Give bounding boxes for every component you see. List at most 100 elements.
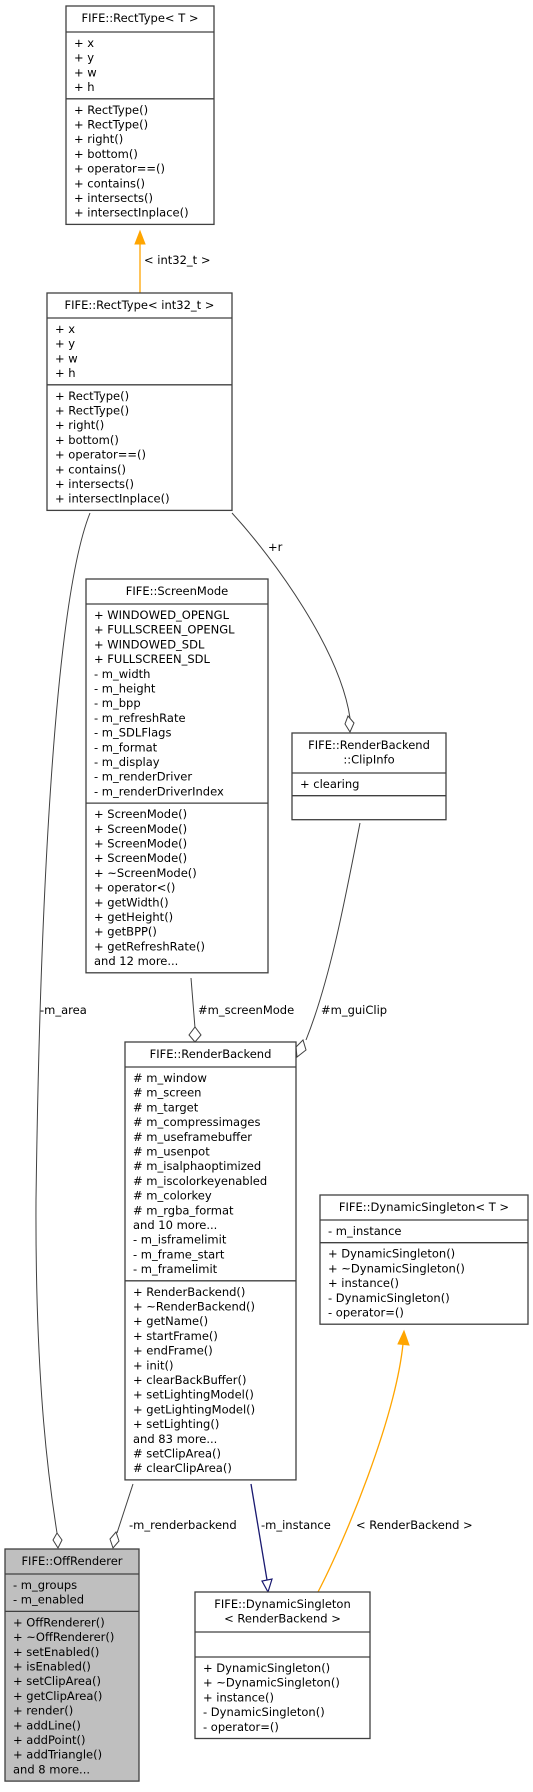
edge-m-area bbox=[35, 512, 91, 1534]
edge-m-screenmode-diamond bbox=[188, 1026, 202, 1043]
class-attribute: - m_format bbox=[94, 740, 158, 754]
edge-label-m-renderbackend: -m_renderbackend bbox=[129, 1518, 237, 1532]
class-method: + ScreenMode() bbox=[94, 837, 187, 851]
edge-label-m-guiclip: #m_guiClip bbox=[321, 1003, 387, 1017]
class-attribute: - m_display bbox=[94, 755, 160, 769]
class-attribute: - m_bpp bbox=[94, 696, 141, 710]
edge-m-area-diamond bbox=[52, 1532, 63, 1550]
class-title: FIFE::RectType< int32_t > bbox=[65, 298, 215, 312]
class-title: FIFE::RenderBackend bbox=[308, 738, 430, 752]
class-attribute: - m_refreshRate bbox=[94, 711, 186, 725]
class-method: + bottom() bbox=[55, 433, 119, 447]
class-method: + intersectInplace() bbox=[74, 206, 189, 220]
class-method: + addLine() bbox=[13, 1718, 81, 1732]
class-method: + ScreenMode() bbox=[94, 851, 187, 865]
class-method: + getBPP() bbox=[94, 925, 157, 939]
class-method: + getClipArea() bbox=[13, 1689, 102, 1703]
class-method: + RectType() bbox=[55, 404, 129, 418]
class-method: + operator==() bbox=[55, 448, 146, 462]
class-attribute: - m_renderDriverIndex bbox=[94, 784, 224, 798]
edge-m-instance bbox=[250, 1483, 268, 1581]
class-method: + contains() bbox=[55, 462, 126, 476]
class-attribute: - m_isframelimit bbox=[133, 1233, 227, 1247]
class-attribute: # m_usenpot bbox=[133, 1145, 210, 1159]
class-method: + getLightingModel() bbox=[133, 1402, 255, 1416]
class-attribute: # m_rgba_format bbox=[133, 1203, 234, 1217]
class-attribute: + w bbox=[74, 65, 97, 79]
class-attribute: - m_enabled bbox=[13, 1593, 84, 1607]
class-method: + ScreenMode() bbox=[94, 822, 187, 836]
class-method: + render() bbox=[13, 1704, 73, 1718]
class-attribute: + w bbox=[55, 351, 78, 365]
class-title: < RenderBackend > bbox=[224, 1612, 341, 1626]
class-method: + endFrame() bbox=[133, 1344, 213, 1358]
edge-label-template-rb: < RenderBackend > bbox=[356, 1518, 473, 1532]
class-method: + DynamicSingleton() bbox=[328, 1247, 455, 1261]
class-method: + ~ScreenMode() bbox=[94, 866, 197, 880]
class-method: + right() bbox=[74, 132, 123, 146]
class-method: + RectType() bbox=[55, 389, 129, 403]
class-method: + addTriangle() bbox=[13, 1748, 102, 1762]
edge-label-int32: < int32_t > bbox=[144, 253, 210, 267]
class-method: + ~OffRenderer() bbox=[13, 1630, 114, 1644]
class-node-dynsingleton-t[interactable]: FIFE::DynamicSingleton< T >- m_instance+… bbox=[319, 1194, 529, 1325]
class-attribute: # m_compressimages bbox=[133, 1115, 260, 1129]
edge-m-instance-arrowhead bbox=[261, 1578, 273, 1594]
edge-label-m-area: -m_area bbox=[40, 1003, 87, 1017]
edge-r-diamond bbox=[344, 715, 355, 734]
class-node-rect-t[interactable]: FIFE::RectType< T >+ x+ y+ w+ h+ RectTyp… bbox=[65, 5, 215, 226]
class-node-rect-int32[interactable]: FIFE::RectType< int32_t >+ x+ y+ w+ h+ R… bbox=[46, 292, 233, 512]
class-method: + intersects() bbox=[74, 191, 153, 205]
edge-label-m-instance: -m_instance bbox=[261, 1518, 331, 1532]
class-node-offrenderer[interactable]: FIFE::OffRenderer- m_groups- m_enabled+ … bbox=[4, 1548, 140, 1782]
class-method: + RenderBackend() bbox=[133, 1285, 245, 1299]
class-method: + intersectInplace() bbox=[55, 492, 170, 506]
class-method: + startFrame() bbox=[133, 1329, 218, 1343]
class-node-renderbackend[interactable]: FIFE::RenderBackend# m_window# m_screen#… bbox=[124, 1041, 297, 1481]
class-attribute: + WINDOWED_OPENGL bbox=[94, 608, 230, 622]
class-attribute: + FULLSCREEN_OPENGL bbox=[94, 623, 235, 637]
template-arrowhead-recttype bbox=[134, 229, 146, 245]
class-attribute: # m_screen bbox=[133, 1086, 201, 1100]
class-attribute: + y bbox=[55, 337, 75, 351]
class-method: + getWidth() bbox=[94, 895, 169, 909]
class-method: - DynamicSingleton() bbox=[328, 1291, 450, 1305]
class-method: - operator=() bbox=[328, 1306, 404, 1320]
class-method: + right() bbox=[55, 418, 104, 432]
class-attribute: + FULLSCREEN_SDL bbox=[94, 652, 210, 666]
class-node-dynsingleton-rb[interactable]: FIFE::DynamicSingleton< RenderBackend >+… bbox=[194, 1591, 371, 1740]
template-edge-dynsingleton bbox=[317, 1343, 404, 1593]
class-method: + RectType() bbox=[74, 103, 148, 117]
class-method: # setClipArea() bbox=[133, 1447, 221, 1461]
class-method: + instance() bbox=[203, 1690, 274, 1704]
class-attribute: - m_width bbox=[94, 667, 150, 681]
class-method: and 12 more... bbox=[94, 954, 178, 968]
class-diagram: < int32_t > +r -m_area #m_screenMode #m_… bbox=[4, 5, 529, 1782]
edge-label-m-screenmode: #m_screenMode bbox=[198, 1003, 294, 1017]
class-attribute: # m_window bbox=[133, 1071, 207, 1085]
class-method: + setEnabled() bbox=[13, 1645, 99, 1659]
edge-m-guiclip-diamond bbox=[295, 1039, 307, 1058]
class-method: + operator<() bbox=[94, 881, 175, 895]
edge-label-r: +r bbox=[268, 540, 283, 554]
class-attribute: - m_groups bbox=[13, 1578, 77, 1592]
class-title: FIFE::ScreenMode bbox=[126, 584, 229, 598]
class-attribute: + clearing bbox=[300, 777, 359, 791]
class-attribute: - m_frame_start bbox=[133, 1247, 225, 1261]
class-method: + ~DynamicSingleton() bbox=[203, 1676, 340, 1690]
class-method: + clearBackBuffer() bbox=[133, 1373, 246, 1387]
class-attribute: + h bbox=[55, 366, 76, 380]
class-attribute: - m_instance bbox=[328, 1224, 401, 1238]
class-method: + OffRenderer() bbox=[13, 1615, 105, 1629]
template-arrowhead-dynsingleton bbox=[397, 1329, 410, 1346]
class-method: - DynamicSingleton() bbox=[203, 1705, 325, 1719]
class-attribute: # m_iscolorkeyenabled bbox=[133, 1174, 267, 1188]
class-method: + operator==() bbox=[74, 162, 165, 176]
class-method: + setClipArea() bbox=[13, 1674, 101, 1688]
class-method: + getRefreshRate() bbox=[94, 939, 205, 953]
class-attribute: + y bbox=[74, 51, 94, 65]
class-attribute: - m_height bbox=[94, 682, 156, 696]
class-title: FIFE::RenderBackend bbox=[150, 1047, 272, 1061]
class-node-clipinfo[interactable]: FIFE::RenderBackend::ClipInfo+ clearing bbox=[291, 732, 447, 821]
class-node-screenmode[interactable]: FIFE::ScreenMode+ WINDOWED_OPENGL+ FULLS… bbox=[85, 578, 269, 974]
